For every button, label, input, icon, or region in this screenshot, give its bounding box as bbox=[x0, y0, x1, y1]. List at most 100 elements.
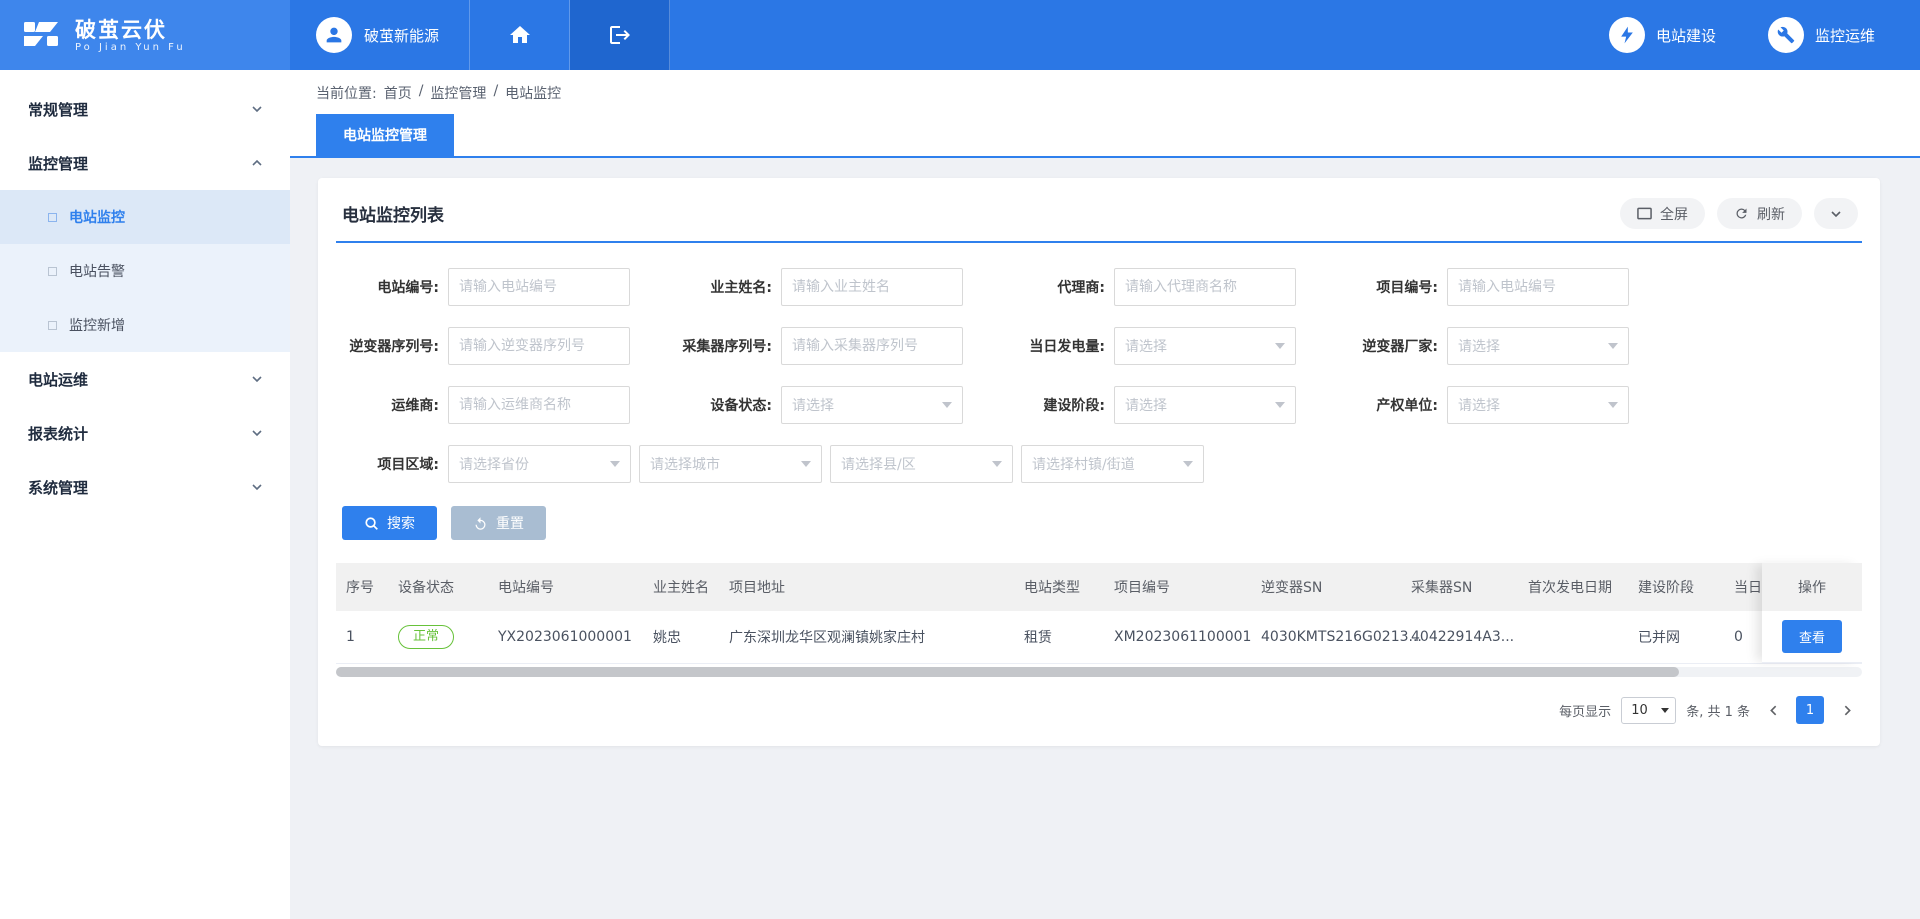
reset-icon bbox=[473, 516, 488, 531]
logout-button[interactable] bbox=[570, 0, 670, 70]
col-station-no: 电站编号 bbox=[488, 563, 643, 611]
tab-station-monitor-mgmt[interactable]: 电站监控管理 bbox=[316, 114, 454, 156]
cell-build-stage: 已并网 bbox=[1628, 611, 1724, 663]
table-header: 序号 设备状态 电站编号 业主姓名 项目地址 电站类型 项目编号 逆变器SN 采… bbox=[336, 563, 1862, 611]
breadcrumb-prefix: 当前位置: bbox=[316, 83, 377, 103]
logout-icon bbox=[608, 23, 632, 47]
collapse-panel-button[interactable] bbox=[1814, 198, 1858, 229]
logo-subtitle: Po Jian Yun Fu bbox=[75, 42, 186, 53]
col-build-stage: 建设阶段 bbox=[1628, 563, 1724, 611]
sidebar-item-station-monitor[interactable]: 电站监控 bbox=[0, 190, 290, 244]
inverter-vendor-select[interactable]: 请选择 bbox=[1447, 327, 1629, 365]
search-button-label: 搜索 bbox=[387, 513, 415, 533]
table-fixed-action-column: 操作 查看 bbox=[1762, 563, 1862, 663]
project-no-input[interactable] bbox=[1447, 268, 1629, 306]
filter-form: 电站编号: 业主姓名: 代理商: 项目编号: 逆变器序列号 bbox=[336, 243, 1862, 483]
breadcrumb: 当前位置: 首页 / 监控管理 / 电站监控 bbox=[290, 70, 1920, 114]
sidebar-item-general-mgmt[interactable]: 常规管理 bbox=[0, 82, 290, 136]
station-no-input[interactable] bbox=[448, 268, 630, 306]
user-name: 破茧新能源 bbox=[364, 25, 439, 46]
filter-label: 项目编号: bbox=[1339, 277, 1447, 297]
cell-seq: 1 bbox=[336, 611, 388, 663]
pagination: 每页显示 10 条, 共 1 条 1 bbox=[336, 677, 1862, 732]
nav-station-build-label: 电站建设 bbox=[1656, 25, 1716, 46]
region-town-select[interactable]: 请选择村镇/街道 bbox=[1021, 445, 1204, 483]
region-province-select[interactable]: 请选择省份 bbox=[448, 445, 631, 483]
cell-station-no: YX2023061000001 bbox=[488, 611, 643, 663]
col-address: 项目地址 bbox=[719, 563, 1014, 611]
sidebar-item-monitor-add[interactable]: 监控新增 bbox=[0, 298, 290, 352]
sidebar-item-label: 电站运维 bbox=[28, 369, 88, 390]
horizontal-scrollbar[interactable] bbox=[336, 667, 1862, 677]
om-vendor-input[interactable] bbox=[448, 386, 630, 424]
sidebar-item-report-stats[interactable]: 报表统计 bbox=[0, 406, 290, 460]
refresh-icon bbox=[1734, 206, 1749, 221]
region-county-select[interactable]: 请选择县/区 bbox=[830, 445, 1013, 483]
sidebar-item-monitor-mgmt[interactable]: 监控管理 bbox=[0, 136, 290, 190]
sidebar-item-label: 常规管理 bbox=[28, 99, 88, 120]
select-placeholder: 请选择县/区 bbox=[841, 454, 916, 474]
sidebar: 常规管理 监控管理 电站监控 电站告警 监控新增 电站运维 报表统计 系统管理 bbox=[0, 70, 290, 919]
build-stage-select[interactable]: 请选择 bbox=[1114, 386, 1296, 424]
inverter-sn-input[interactable] bbox=[448, 327, 630, 365]
logo-icon bbox=[20, 15, 62, 55]
chevron-down-icon bbox=[992, 461, 1002, 472]
chevron-left-icon bbox=[1767, 704, 1780, 717]
search-button[interactable]: 搜索 bbox=[342, 506, 437, 540]
page-1-button[interactable]: 1 bbox=[1796, 696, 1824, 724]
sidebar-item-station-alarm[interactable]: 电站告警 bbox=[0, 244, 290, 298]
agent-input[interactable] bbox=[1114, 268, 1296, 306]
sidebar-item-system-mgmt[interactable]: 系统管理 bbox=[0, 460, 290, 514]
chevron-down-icon bbox=[250, 480, 264, 494]
home-button[interactable] bbox=[470, 0, 570, 70]
daily-power-select[interactable]: 请选择 bbox=[1114, 327, 1296, 365]
per-page-label: 每页显示 bbox=[1559, 701, 1611, 720]
region-city-select[interactable]: 请选择城市 bbox=[639, 445, 822, 483]
sidebar-submenu-monitor: 电站监控 电站告警 监控新增 bbox=[0, 190, 290, 352]
status-badge: 正常 bbox=[398, 625, 454, 649]
nav-monitor-om-label: 监控运维 bbox=[1815, 25, 1875, 46]
lightning-icon bbox=[1609, 17, 1645, 53]
main-content: 当前位置: 首页 / 监控管理 / 电站监控 电站监控管理 电站监控列表 全屏 … bbox=[290, 70, 1920, 919]
col-seq: 序号 bbox=[336, 563, 388, 611]
breadcrumb-monitor-mgmt[interactable]: 监控管理 bbox=[430, 83, 486, 103]
submenu-bullet-icon bbox=[48, 267, 57, 276]
prev-page-button[interactable] bbox=[1760, 697, 1786, 723]
cell-project-no: XM2023061100001 bbox=[1104, 611, 1251, 663]
submenu-bullet-icon bbox=[48, 321, 57, 330]
sidebar-subitem-label: 电站告警 bbox=[69, 261, 125, 281]
refresh-button[interactable]: 刷新 bbox=[1717, 198, 1802, 229]
breadcrumb-current: 电站监控 bbox=[505, 83, 561, 103]
nav-station-build[interactable]: 电站建设 bbox=[1609, 17, 1716, 53]
current-user[interactable]: 破茧新能源 bbox=[290, 0, 470, 70]
tab-bar: 电站监控管理 bbox=[290, 114, 1920, 158]
select-placeholder: 请选择 bbox=[792, 395, 834, 415]
chevron-down-icon bbox=[1608, 343, 1618, 354]
select-placeholder: 请选择村镇/街道 bbox=[1032, 454, 1135, 474]
breadcrumb-home[interactable]: 首页 bbox=[384, 83, 412, 103]
filter-label: 运维商: bbox=[340, 395, 448, 415]
chevron-up-icon bbox=[250, 156, 264, 170]
next-page-button[interactable] bbox=[1834, 697, 1860, 723]
chevron-down-icon bbox=[942, 402, 952, 413]
owner-name-input[interactable] bbox=[781, 268, 963, 306]
fullscreen-button[interactable]: 全屏 bbox=[1620, 198, 1705, 229]
cell-address: 广东深圳龙华区观澜镇姚家庄村 bbox=[719, 611, 1014, 663]
chevron-down-icon bbox=[1275, 343, 1285, 354]
select-placeholder: 请选择城市 bbox=[650, 454, 720, 474]
cell-first-power-date bbox=[1518, 611, 1628, 663]
collector-sn-input[interactable] bbox=[781, 327, 963, 365]
scrollbar-thumb[interactable] bbox=[336, 667, 1679, 677]
filter-label: 逆变器厂家: bbox=[1339, 336, 1447, 356]
chevron-down-icon bbox=[1608, 402, 1618, 413]
page-size-select[interactable]: 10 bbox=[1621, 697, 1676, 724]
nav-monitor-om[interactable]: 监控运维 bbox=[1768, 17, 1875, 53]
device-status-select[interactable]: 请选择 bbox=[781, 386, 963, 424]
avatar bbox=[316, 17, 352, 53]
select-placeholder: 请选择 bbox=[1125, 336, 1167, 356]
reset-button[interactable]: 重置 bbox=[451, 506, 546, 540]
sidebar-item-station-om[interactable]: 电站运维 bbox=[0, 352, 290, 406]
chevron-down-icon bbox=[1183, 461, 1193, 472]
view-button[interactable]: 查看 bbox=[1782, 620, 1842, 653]
property-unit-select[interactable]: 请选择 bbox=[1447, 386, 1629, 424]
